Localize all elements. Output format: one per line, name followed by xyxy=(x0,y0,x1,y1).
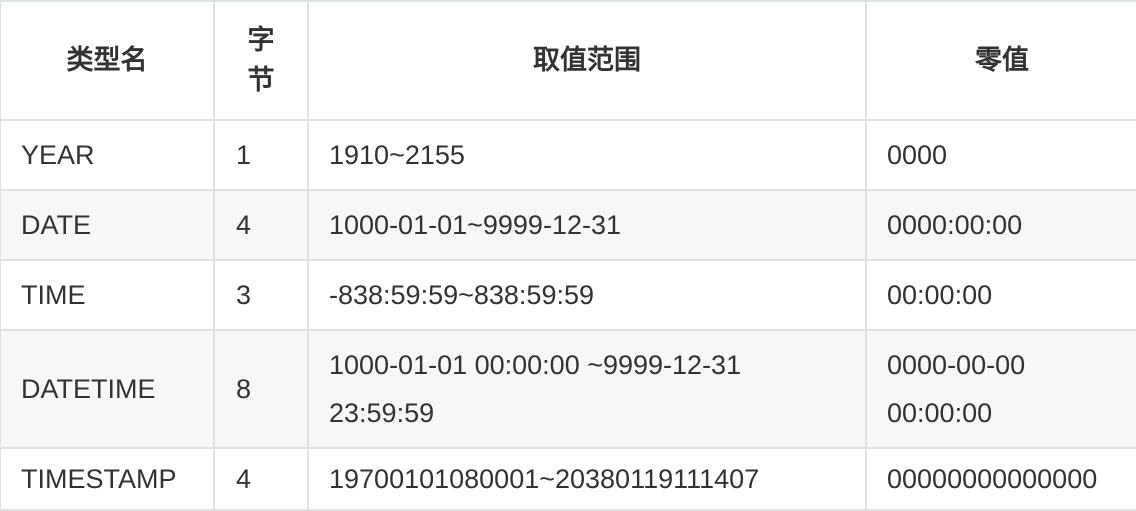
cell-bytes: 1 xyxy=(213,119,309,191)
date-time-types-table: 类型名 字节 取值范围 零值 YEAR 1 1910~2155 0000 DAT… xyxy=(0,0,1136,511)
cell-value-range: 1910~2155 xyxy=(307,119,867,191)
cell-zero-value: 00000000000000 xyxy=(865,447,1136,511)
cell-type-name: DATE xyxy=(0,189,215,261)
cell-zero-value: 0000 xyxy=(865,119,1136,191)
table-row: YEAR 1 1910~2155 0000 xyxy=(0,119,1136,191)
cell-type-name: YEAR xyxy=(0,119,215,191)
cell-type-name: TIMESTAMP xyxy=(0,447,215,511)
table-row: TIMESTAMP 4 19700101080001~2038011911140… xyxy=(0,447,1136,511)
cell-bytes: 3 xyxy=(213,259,309,331)
cell-bytes: 4 xyxy=(213,189,309,261)
cell-zero-value: 0000-00-00 00:00:00 xyxy=(865,329,1136,449)
cell-zero-value: 00:00:00 xyxy=(865,259,1136,331)
cell-value-range: 19700101080001~20380119111407 xyxy=(307,447,867,511)
cell-type-name: DATETIME xyxy=(0,329,215,449)
header-value-range: 取值范围 xyxy=(307,0,867,121)
header-bytes-label: 字节 xyxy=(247,24,275,96)
cell-bytes: 8 xyxy=(213,329,309,449)
table-header-row: 类型名 字节 取值范围 零值 xyxy=(0,0,1136,121)
table-row: DATETIME 8 1000-01-01 00:00:00 ~9999-12-… xyxy=(0,329,1136,449)
cell-value-range: 1000-01-01~9999-12-31 xyxy=(307,189,867,261)
cell-zero-value: 0000:00:00 xyxy=(865,189,1136,261)
header-zero-value: 零值 xyxy=(865,0,1136,121)
cell-bytes: 4 xyxy=(213,447,309,511)
table-row: DATE 4 1000-01-01~9999-12-31 0000:00:00 xyxy=(0,189,1136,261)
table-row: TIME 3 -838:59:59~838:59:59 00:00:00 xyxy=(0,259,1136,331)
header-type-name: 类型名 xyxy=(0,0,215,121)
cell-type-name: TIME xyxy=(0,259,215,331)
cell-value-range: -838:59:59~838:59:59 xyxy=(307,259,867,331)
header-bytes: 字节 xyxy=(213,0,309,121)
cell-value-range: 1000-01-01 00:00:00 ~9999-12-31 23:59:59 xyxy=(307,329,867,449)
